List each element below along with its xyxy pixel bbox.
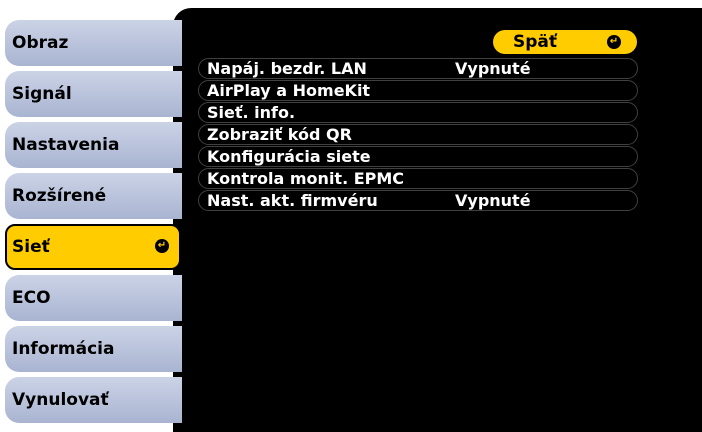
menu-item-airplay-homekit[interactable]: AirPlay a HomeKit [198,80,638,101]
sidebar-item-obraz[interactable]: Obraz [5,20,182,66]
sidebar-item-label: Sieť [12,237,50,257]
menu-item-label: Zobraziť kód QR [207,125,352,144]
sidebar-item-informacia[interactable]: Informácia [5,326,182,372]
sidebar-item-label: ECO [12,288,51,308]
enter-icon: ↵ [607,35,621,49]
sidebar-item-label: Rozšírené [12,186,107,206]
menu-item-label: Kontrola monit. EPMC [207,169,405,188]
back-button[interactable]: Späť ↵ [493,30,637,54]
sidebar-item-label: Informácia [12,339,115,359]
menu-item-label: Sieť. info. [207,103,296,122]
menu-item-zobrazit-kod-qr[interactable]: Zobraziť kód QR [198,124,638,145]
menu-item-label: AirPlay a HomeKit [207,81,371,100]
sidebar-item-label: Vynulovať [12,390,109,410]
menu-item-napaj-bezdr-lan[interactable]: Napáj. bezdr. LAN Vypnuté [198,58,638,79]
menu-item-label: Nast. akt. firmvéru [207,191,378,210]
enter-icon: ↵ [155,239,169,253]
sidebar-item-rozsirene[interactable]: Rozšírené [5,173,182,219]
menu-item-label: Konfigurácia siete [207,147,371,166]
menu-item-label: Napáj. bezdr. LAN [207,59,367,78]
sidebar-item-eco[interactable]: ECO [5,275,182,321]
menu-item-siet-info[interactable]: Sieť. info. [198,102,638,123]
sidebar-item-siet[interactable]: Sieť ↵ [5,224,181,270]
back-button-label: Späť [513,32,558,52]
menu-item-kontrola-monit-epmc[interactable]: Kontrola monit. EPMC [198,168,638,189]
sidebar-item-label: Nastavenia [12,135,120,155]
menu-item-nast-akt-firmveru[interactable]: Nast. akt. firmvéru Vypnuté [198,190,638,211]
sidebar-item-label: Obraz [12,33,69,53]
sidebar-item-label: Signál [12,84,72,104]
sidebar-item-signal[interactable]: Signál [5,71,182,117]
menu-item-value: Vypnuté [455,59,531,78]
menu-item-value: Vypnuté [455,191,531,210]
menu-item-konfiguracia-siete[interactable]: Konfigurácia siete [198,146,638,167]
sidebar-item-vynulovat[interactable]: Vynulovať [5,377,182,423]
sidebar-item-nastavenia[interactable]: Nastavenia [5,122,182,168]
projector-menu-screen: Obraz Signál Nastavenia Rozšírené Sieť ↵… [0,0,702,432]
